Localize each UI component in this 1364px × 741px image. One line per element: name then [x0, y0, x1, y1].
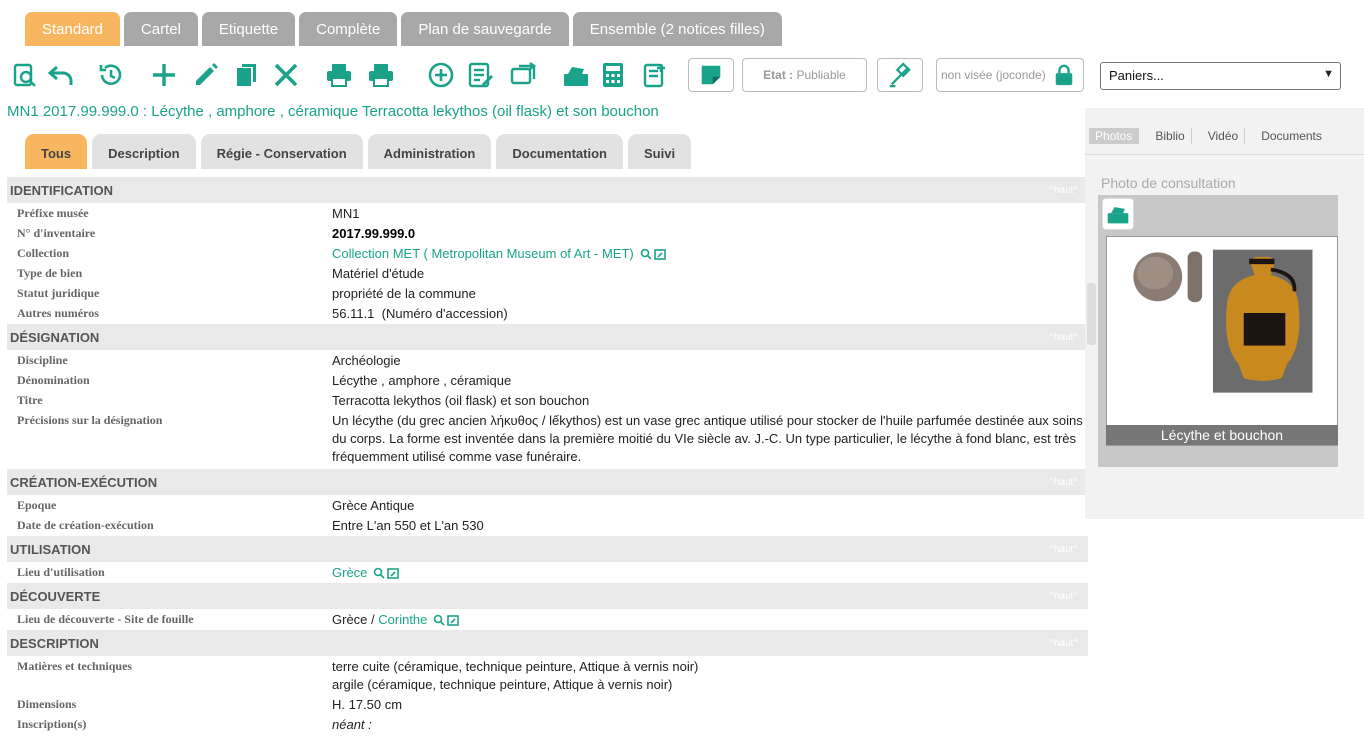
tab-biblio[interactable]: Biblio	[1149, 128, 1192, 144]
top-tab-bar: Standard Cartel Etiquette Complète Plan …	[0, 0, 1364, 46]
preview-icon[interactable]	[10, 60, 40, 90]
list-edit-icon[interactable]	[466, 60, 496, 90]
stamp-icon	[889, 62, 911, 88]
field-row: Précisions sur la désignation Un lécythe …	[17, 413, 1083, 464]
paniers-select[interactable]: Paniers... ▼	[1100, 62, 1341, 90]
toolbar: Etat : Publiable non visée (joconde) Pan…	[8, 56, 1364, 96]
visa-field: non visée (joconde)	[936, 58, 1084, 92]
tab-tous[interactable]: Tous	[25, 134, 88, 169]
chevron-down-icon: ▼	[1323, 68, 1334, 80]
add-icon[interactable]	[149, 60, 179, 90]
back-to-top-link[interactable]: ^haut^	[1049, 544, 1078, 555]
field-row: Lieu de découverte - Site de fouille Grèc…	[7, 609, 1088, 629]
history-icon[interactable]	[96, 60, 126, 90]
section-decouverte: DÉCOUVERTE ^haut^	[7, 582, 1088, 609]
field-row: Statut juridique propriété de la commune	[17, 286, 476, 301]
back-to-top-link[interactable]: ^haut^	[1049, 332, 1078, 343]
field-row: Collection Collection MET ( Metropolitan …	[7, 243, 1088, 263]
back-icon[interactable]	[46, 60, 76, 90]
delete-icon[interactable]	[271, 60, 301, 90]
record-content: IDENTIFICATION ^haut^ Préfixe musée MN1 N…	[7, 176, 1088, 741]
section-creation: CRÉATION-EXÉCUTION ^haut^	[7, 468, 1088, 495]
calculator-icon[interactable]	[598, 60, 628, 90]
tab-photos[interactable]: Photos	[1089, 128, 1140, 144]
tab-regie-conservation[interactable]: Régie - Conservation	[200, 134, 363, 169]
collection-link[interactable]: Collection MET ( Metropolitan Museum of …	[332, 246, 634, 261]
visa-text: non visée (joconde)	[941, 68, 1046, 82]
tab-standard[interactable]: Standard	[25, 12, 120, 46]
back-to-top-link[interactable]: ^haut^	[1049, 591, 1078, 602]
field-row: Matières et techniques terre cuite (céram…	[17, 659, 699, 692]
print-icon[interactable]	[324, 60, 354, 90]
section-utilisation: UTILISATION ^haut^	[7, 535, 1088, 562]
validate-button[interactable]	[877, 58, 923, 92]
form-add-icon[interactable]	[640, 60, 670, 90]
note-icon	[701, 65, 721, 85]
add-circle-icon[interactable]	[426, 60, 456, 90]
tab-administration[interactable]: Administration	[367, 134, 492, 169]
basket-icon[interactable]	[1102, 198, 1134, 230]
back-to-top-link[interactable]: ^haut^	[1049, 477, 1078, 488]
tab-ensemble[interactable]: Ensemble (2 notices filles)	[572, 12, 782, 46]
record-title: MN1 2017.99.999.0 : Lécythe , amphore , …	[7, 103, 659, 120]
search-open-icon[interactable]	[373, 567, 401, 581]
edit-icon[interactable]	[191, 60, 221, 90]
field-row: Dénomination Lécythe , amphore , céramiqu…	[17, 373, 512, 388]
tab-complete[interactable]: Complète	[299, 12, 398, 46]
duplicate-icon[interactable]	[232, 60, 262, 90]
back-to-top-link[interactable]: ^haut^	[1049, 185, 1078, 196]
panel-resize-handle[interactable]	[1087, 283, 1096, 345]
tab-suivi[interactable]: Suivi	[628, 134, 692, 169]
field-row: Inscription(s) néant :	[17, 717, 372, 732]
tab-description[interactable]: Description	[92, 134, 196, 169]
status-value: Publiable	[796, 68, 846, 82]
field-row: Titre Terracotta lekythos (oil flask) et …	[17, 393, 590, 408]
lock-icon[interactable]	[1053, 64, 1075, 86]
field-row: Dimensions H. 17.50 cm	[17, 697, 403, 712]
photo-caption: Lécythe et bouchon	[1106, 425, 1338, 445]
section-tabs: Tous Description Régie - Conservation Ad…	[25, 134, 692, 169]
field-row: Lieu d'utilisation Grèce	[7, 562, 1088, 582]
search-open-icon[interactable]	[433, 614, 461, 628]
back-to-top-link[interactable]: ^haut^	[1049, 638, 1078, 649]
field-row: N° d'inventaire 2017.99.999.0	[17, 226, 416, 241]
section-description: DESCRIPTION ^haut^	[7, 629, 1088, 656]
field-row: Epoque Grèce Antique	[17, 498, 415, 513]
place-link[interactable]: Corinthe	[378, 612, 427, 627]
object-photo[interactable]	[1106, 236, 1338, 446]
photo-container: Lécythe et bouchon	[1098, 195, 1338, 467]
field-row: Type de bien Matériel d'étude	[17, 266, 425, 281]
field-row: Date de création-exécution Entre L'an 550…	[17, 518, 484, 533]
photo-label: Photo de consultation	[1101, 175, 1236, 191]
transfer-icon[interactable]	[508, 60, 538, 90]
status-field: Etat : Publiable	[742, 58, 867, 92]
field-row: Discipline Archéologie	[17, 353, 401, 368]
media-panel: Photos Biblio Vidéo Documents Photo de c…	[1085, 108, 1364, 519]
basket-icon[interactable]	[561, 60, 591, 90]
tab-cartel[interactable]: Cartel	[123, 12, 198, 46]
note-button[interactable]	[688, 58, 734, 92]
tab-documentation[interactable]: Documentation	[496, 134, 623, 169]
tab-video[interactable]: Vidéo	[1202, 128, 1246, 144]
field-row: Autres numéros 56.11.1 (Numéro d'accessio…	[17, 306, 508, 321]
section-designation: DÉSIGNATION ^haut^	[7, 323, 1088, 350]
print-list-icon[interactable]	[366, 60, 396, 90]
place-link[interactable]: Grèce	[332, 565, 367, 580]
section-identification: IDENTIFICATION ^haut^	[7, 176, 1088, 203]
tab-plan-sauvegarde[interactable]: Plan de sauvegarde	[401, 12, 569, 46]
field-row: Préfixe musée MN1	[17, 206, 360, 221]
tab-documents[interactable]: Documents	[1255, 128, 1328, 144]
search-open-icon[interactable]	[640, 248, 668, 262]
tab-etiquette[interactable]: Etiquette	[201, 12, 296, 46]
